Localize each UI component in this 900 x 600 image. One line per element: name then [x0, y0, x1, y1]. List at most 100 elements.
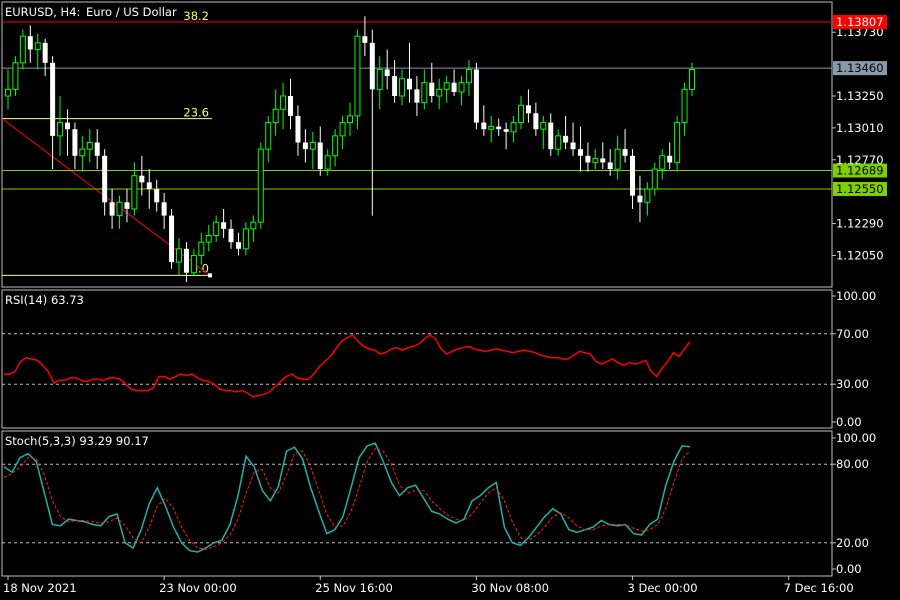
rsi-subwindow[interactable]: 100.00 70.00 30.00 0.00 [1, 289, 876, 429]
candle-body-bull [309, 142, 316, 150]
rsi-tick-label: 100.00 [836, 289, 876, 303]
candle-body-bear [548, 122, 554, 150]
candle-body-bear [228, 228, 234, 243]
candle-body-bull [79, 148, 86, 157]
candle-body-bull [265, 122, 272, 150]
candle-body-bear [570, 142, 576, 150]
candle-body-bull [5, 88, 11, 97]
candle-body-bear [577, 149, 583, 156]
candle-body-bear [221, 222, 227, 229]
stoch-signal-line [3, 447, 691, 550]
chart-canvas[interactable]: 1.137301.132501.130101.127701.122901.120… [0, 0, 900, 600]
support-level-1-tag-label: 1.12689 [836, 164, 884, 178]
candle-body-bull [518, 104, 524, 124]
candle-body-bull [540, 122, 547, 130]
candle-body-bull [250, 221, 257, 230]
candle-body-bear [384, 69, 390, 77]
candle-body-bull [213, 221, 220, 237]
candle-body-bull [116, 201, 123, 217]
time-tick-label: 3 Dec 00:00 [628, 581, 698, 595]
candle-body-bull [399, 78, 406, 97]
candle-body-bear [473, 69, 479, 123]
candle-body-bull [332, 135, 339, 157]
candle-body-bull [488, 126, 495, 130]
rsi-indicator-label: RSI(14) 63.73 [5, 293, 84, 307]
candle-body-bull [242, 228, 249, 250]
fib-anchor-point[interactable] [208, 273, 212, 278]
candle-body-bull [205, 235, 212, 243]
candle-body-bear [109, 202, 115, 216]
candle-body-bull [34, 42, 41, 51]
candle-body-bear [124, 202, 130, 209]
candle-body-bear [481, 122, 487, 130]
stoch-pane-frame [1, 430, 833, 577]
candle-body-bear [169, 215, 175, 263]
candle-body-bull [465, 68, 472, 84]
candle-body-bull [659, 155, 666, 170]
candle-body-bull [257, 148, 264, 223]
candle-body-bear [637, 195, 643, 203]
candle-body-bull [644, 188, 651, 203]
candle-body-bull [57, 122, 64, 137]
stochastic-subwindow[interactable]: 100.00 80.00 20.00 0.00 [1, 430, 876, 577]
candle-body-bear [235, 242, 241, 249]
fib-label-23-6: 23.6 [183, 106, 209, 120]
candle-body-bull [12, 62, 19, 90]
candle-body-bull [421, 82, 428, 104]
candle-body-bear [563, 135, 569, 143]
price-tick-label: 1.12050 [836, 248, 884, 262]
candle-body-bear [667, 155, 673, 163]
candle-body-bear [102, 155, 108, 203]
candle-body-bear [317, 142, 323, 170]
candle-body-bull [347, 115, 353, 124]
rsi-pane-frame [1, 289, 833, 429]
time-tick-label: 23 Nov 00:00 [159, 581, 237, 595]
candle-body-bear [369, 42, 375, 90]
rsi-tick-label: 30.00 [836, 377, 869, 391]
candle-body-bull [272, 108, 279, 124]
main-price-chart[interactable]: 1.137301.132501.130101.127701.122901.120… [1, 1, 887, 288]
candle-body-bear [42, 42, 48, 63]
candle-body-bear [585, 155, 591, 163]
rsi-tick-label: 0.00 [836, 415, 862, 429]
candle-body-bear [630, 155, 636, 196]
price-tick-label: 1.13010 [836, 121, 884, 135]
price-tick-label: 1.12290 [836, 217, 884, 231]
candle-body-bull [681, 88, 688, 124]
candle-body-bull [339, 122, 346, 137]
chart-description-label: Euro / US Dollar [86, 5, 177, 19]
support-level-2-tag-label: 1.12550 [836, 182, 884, 196]
candle-body-bear [295, 115, 301, 143]
rsi-line [4, 334, 691, 398]
candle-body-bull [651, 168, 658, 190]
candle-body-bear [406, 78, 412, 90]
candle-body-bull [324, 155, 331, 170]
candle-body-bull [555, 135, 562, 150]
candle-body-bear [414, 89, 420, 103]
candle-body-bear [525, 105, 531, 114]
candle-body-bear [139, 175, 145, 183]
stoch-tick-label: 100.00 [836, 431, 876, 445]
candle-body-bull [376, 68, 383, 90]
candle-body-bull [689, 68, 695, 90]
candle-body-bear [27, 36, 33, 50]
candle-body-bull [354, 35, 361, 117]
candle-body-bear [496, 126, 502, 130]
candle-body-bull [86, 142, 93, 150]
candle-body-bear [533, 113, 539, 130]
candle-body-bear [94, 142, 100, 156]
candle-body-bear [503, 129, 509, 132]
candle-body-bull [280, 95, 287, 110]
price-tick-label: 1.13250 [836, 89, 884, 103]
fib-label-38-2: 38.2 [183, 9, 209, 23]
candle-body-bull [176, 248, 182, 263]
main-pane-frame [1, 1, 833, 288]
rsi-tick-label: 70.00 [836, 327, 869, 341]
candle-body-bear [302, 142, 308, 150]
candle-body-bull [190, 254, 197, 274]
candle-body-bull [443, 82, 450, 90]
candle-body-bull [458, 82, 465, 93]
candle-body-bear [362, 36, 368, 43]
candle-body-bull [19, 35, 26, 64]
candle-body-bear [50, 62, 56, 136]
